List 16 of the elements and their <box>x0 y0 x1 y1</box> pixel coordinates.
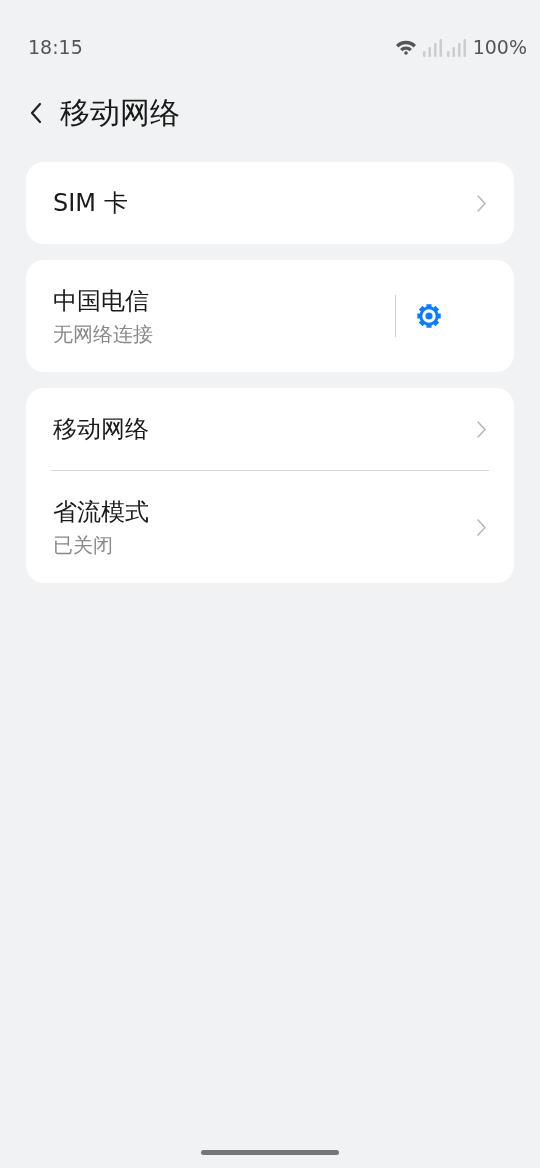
chevron-icon <box>476 193 487 213</box>
settings-icon <box>415 302 443 330</box>
wifi-icon <box>394 39 417 55</box>
settings-item[interactable]: SIM 卡 <box>26 162 514 244</box>
signal-icon <box>421 37 468 57</box>
back-button[interactable] <box>30 102 42 124</box>
status-time: 18:15 <box>28 36 83 58</box>
settings-item[interactable]: 移动网络 <box>26 388 514 470</box>
battery-text: 100% <box>472 36 527 58</box>
settings-button[interactable] <box>415 302 443 330</box>
chevron-icon <box>476 517 487 537</box>
page-title: 移动网络 <box>60 93 180 132</box>
settings-item[interactable]: 中国电信 无网络连接 <box>26 260 514 372</box>
chevron-icon <box>476 419 487 439</box>
settings-item[interactable]: 省流模式 已关闭 <box>26 471 514 583</box>
back-icon <box>30 102 42 124</box>
